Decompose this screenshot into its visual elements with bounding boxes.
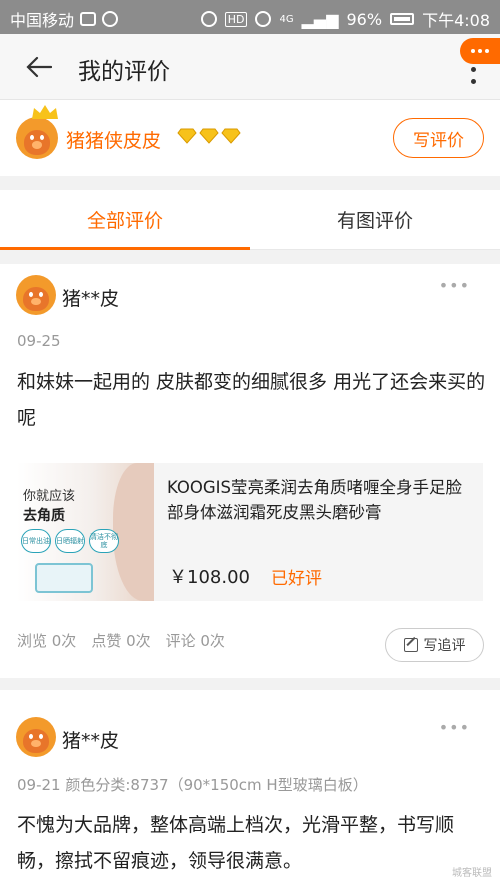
tab-all-reviews[interactable]: 全部评价 <box>0 190 250 250</box>
review-meta: 09-21 颜色分类:8737（90*150cm H型玻璃白板） <box>17 776 368 794</box>
review-text: 和妹妹一起用的 皮肤都变的细腻很多 用光了还会来买的呢 <box>17 371 486 429</box>
diamond-icon <box>199 128 219 144</box>
product-title: KOOGIS莹亮柔润去角质啫喱全身手足脸部身体滋润霜死皮黑头磨砂膏 <box>167 478 463 522</box>
clock: 下午4:08 <box>422 11 490 30</box>
review-date: 09-25 <box>17 332 61 350</box>
views-count: 浏览 0次 <box>17 632 77 650</box>
alarm-icon <box>200 11 217 27</box>
floating-menu-button[interactable] <box>460 38 500 64</box>
page-title: 我的评价 <box>78 59 170 85</box>
reviewer-avatar <box>16 717 56 757</box>
battery-icon <box>390 13 415 25</box>
add-follow-up-label: 写追评 <box>423 638 466 654</box>
review-tabs: 全部评价 有图评价 <box>0 190 500 250</box>
reviewer-name: 猪**皮 <box>62 288 120 310</box>
network-type: 4G <box>279 13 294 25</box>
review-card: 猪**皮 ••• 09-25 和妹妹一起用的 皮肤都变的细腻很多 用光了还会来买… <box>0 264 500 678</box>
back-arrow-icon <box>26 56 52 78</box>
diamond-icon <box>221 128 241 144</box>
user-profile-row: 猪猪侠皮皮 写评价 <box>0 100 500 176</box>
user-level-gems <box>177 128 241 144</box>
dot-icon <box>485 49 489 53</box>
product-card[interactable]: 你就应该 去角质 日常出油 日晒辐射 清洁不彻底 KOOGIS莹亮柔润去角质啫喱… <box>17 463 483 601</box>
hd-icon: HD <box>224 11 248 27</box>
edit-icon <box>403 638 418 652</box>
more-dot-icon <box>470 79 476 84</box>
user-avatar[interactable] <box>16 117 58 159</box>
wifi-icon <box>255 11 272 27</box>
review-text: 不愧为大品牌，整体高端上档次，光滑平整，书写顺畅，擦拭不留痕迹，领导很满意。 <box>17 814 455 872</box>
add-follow-up-review-button[interactable]: 写追评 <box>385 628 484 662</box>
likes-count: 点赞 0次 <box>91 632 151 650</box>
write-review-button[interactable]: 写评价 <box>393 118 484 158</box>
review-card: 猪**皮 ••• 09-21 颜色分类:8737（90*150cm H型玻璃白板… <box>0 690 500 889</box>
profile-username: 猪猪侠皮皮 <box>66 130 162 152</box>
app-header: 我的评价 <box>0 34 500 100</box>
product-price: ￥108.00 <box>169 567 250 588</box>
dot-icon <box>478 49 482 53</box>
dot-icon <box>471 49 475 53</box>
signal-icon: ▂▄▆ <box>301 9 339 29</box>
watermark: 城客联盟 <box>452 868 492 879</box>
review-more-button[interactable]: ••• <box>439 718 470 737</box>
review-stats: 浏览 0次 点赞 0次 评论 0次 <box>17 630 225 651</box>
status-bar: 中国移动 HD 4G ▂▄▆ 96% 下午4:08 <box>0 0 500 34</box>
lock-icon <box>80 12 97 26</box>
carrier-label: 中国移动 <box>10 11 75 30</box>
review-more-button[interactable]: ••• <box>439 276 470 295</box>
battery-percent: 96% <box>346 9 383 29</box>
crown-icon <box>32 105 58 119</box>
back-button[interactable] <box>22 50 56 84</box>
tab-reviews-with-images[interactable]: 有图评价 <box>250 190 500 249</box>
reviewer-name: 猪**皮 <box>62 730 120 752</box>
reviewer-avatar <box>16 275 56 315</box>
diamond-icon <box>177 128 197 144</box>
comments-count: 评论 0次 <box>165 632 225 650</box>
wechat-icon <box>102 11 119 27</box>
more-dot-icon <box>470 66 476 72</box>
review-status: 已好评 <box>271 569 322 589</box>
product-image: 你就应该 去角质 日常出油 日晒辐射 清洁不彻底 <box>17 463 154 601</box>
